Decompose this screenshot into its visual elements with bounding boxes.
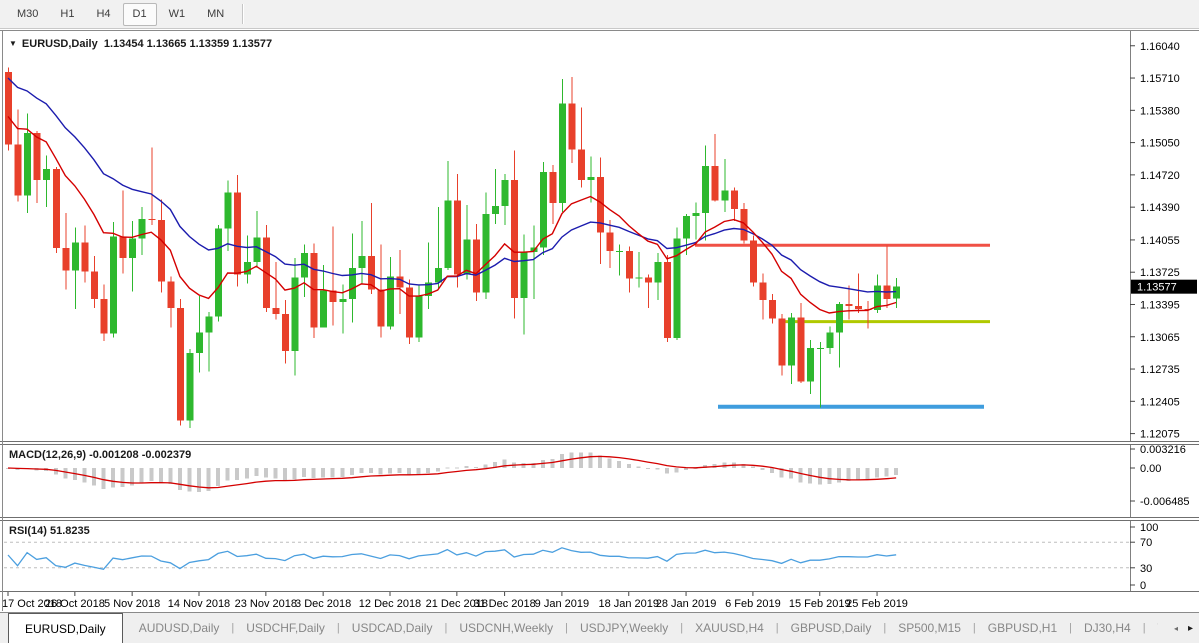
chart-tab-xauusd[interactable]: XAUUSD,H4	[683, 613, 776, 643]
time-axis-label: 26 Oct 2018	[45, 598, 105, 610]
rsi-line	[8, 548, 896, 570]
svg-text:0.00: 0.00	[1140, 463, 1161, 475]
chart-tab-gbpusd[interactable]: GBPUSD,H1	[976, 613, 1069, 643]
tabs-scroll-right-icon[interactable]: ▸	[1188, 623, 1193, 634]
time-axis-label: 14 Nov 2018	[168, 598, 230, 610]
time-axis-label: 9 Jan 2019	[535, 598, 589, 610]
svg-text:1.15380: 1.15380	[1140, 105, 1180, 117]
chart-tab-dj30[interactable]: DJ30,H4	[1072, 613, 1143, 643]
candlestick-chart-canvas[interactable]: 1.16040 1.15710 1.15380 1.15050 1.14720 1.143…	[0, 31, 1199, 442]
chart-tab-eurusd[interactable]: EURUSD,Daily	[8, 613, 123, 643]
timeframe-toolbar: M30H1H4D1W1MN	[0, 0, 1199, 29]
chart-tabs-bar: EURUSD,DailyAUDUSD,Daily|USDCHF,Daily|US…	[0, 612, 1199, 643]
svg-text:1.14720: 1.14720	[1140, 170, 1180, 182]
rsi-chart-canvas[interactable]: 100 70 30 0	[0, 521, 1199, 591]
chart-tab-usdcad[interactable]: USDCAD,Daily	[340, 613, 445, 643]
macd-chart-canvas[interactable]: 0.003216 0.00 -0.006485	[0, 445, 1199, 517]
svg-text:1.15050: 1.15050	[1140, 138, 1180, 150]
chart-tab-tech100[interactable]: TECH100,H	[1146, 613, 1158, 643]
time-axis-label: 3 Dec 2018	[295, 598, 351, 610]
time-axis-label: 18 Jan 2019	[598, 598, 659, 610]
svg-text:1.13395: 1.13395	[1140, 299, 1180, 311]
svg-text:1.15710: 1.15710	[1140, 73, 1180, 85]
chart-tab-usdjpy[interactable]: USDJPY,Weekly	[568, 613, 680, 643]
toolbar-divider	[242, 4, 244, 24]
svg-text:1.12075: 1.12075	[1140, 429, 1180, 441]
macd-pane[interactable]: 0.0032160.00-0.006485 MACD(12,26,9) -0.0…	[0, 445, 1199, 517]
time-axis-label: 31 Dec 2018	[473, 598, 535, 610]
time-axis-label: 23 Nov 2018	[235, 598, 297, 610]
svg-text:1.13725: 1.13725	[1140, 267, 1180, 279]
candles-layer	[5, 67, 900, 428]
chart-tab-usdchf[interactable]: USDCHF,Daily	[234, 613, 337, 643]
svg-text:0: 0	[1140, 580, 1146, 591]
timeframe-button-mn[interactable]: MN	[197, 3, 234, 26]
svg-text:1.13577: 1.13577	[1137, 282, 1177, 294]
chart-tab-usdcnh[interactable]: USDCNH,Weekly	[447, 613, 565, 643]
time-axis-label: 25 Feb 2019	[846, 598, 908, 610]
svg-text:-0.006485: -0.006485	[1140, 496, 1190, 508]
timeframe-button-h1[interactable]: H1	[50, 3, 84, 26]
svg-text:1.13065: 1.13065	[1140, 332, 1180, 344]
rsi-pane[interactable]: 10070300 RSI(14) 51.8235	[0, 521, 1199, 591]
time-axis[interactable]: 17 Oct 201826 Oct 20185 Nov 201814 Nov 2…	[0, 591, 1199, 612]
timeframe-button-w1[interactable]: W1	[159, 3, 196, 26]
time-axis-label: 5 Nov 2018	[104, 598, 160, 610]
timeframe-button-d1[interactable]: D1	[123, 3, 157, 26]
chart-tab-sp500[interactable]: SP500,M15	[886, 613, 973, 643]
chart-tab-gbpusd[interactable]: GBPUSD,Daily	[779, 613, 884, 643]
svg-text:1.12405: 1.12405	[1140, 396, 1180, 408]
chart-tabs-strip: EURUSD,DailyAUDUSD,Daily|USDCHF,Daily|US…	[8, 613, 1158, 643]
svg-text:1.14390: 1.14390	[1140, 202, 1180, 214]
mt4-window: M30H1H4D1W1MN 1.16040 1.15710 1.15380 1.150…	[0, 0, 1199, 643]
svg-text:1.16040: 1.16040	[1140, 41, 1180, 53]
time-axis-label: 28 Jan 2019	[656, 598, 717, 610]
time-axis-label: 15 Feb 2019	[789, 598, 851, 610]
svg-text:30: 30	[1140, 563, 1152, 575]
time-axis-canvas[interactable]: 17 Oct 201826 Oct 20185 Nov 201814 Nov 2…	[0, 592, 1199, 612]
time-axis-label: 12 Dec 2018	[359, 598, 421, 610]
window-left-border	[2, 30, 3, 611]
time-axis-label: 6 Feb 2019	[725, 598, 781, 610]
chart-tab-audusd[interactable]: AUDUSD,Daily	[127, 613, 232, 643]
price-pane[interactable]: 1.16040 1.15710 1.15380 1.15050 1.14720 1.143…	[0, 30, 1199, 442]
svg-text:0.003216: 0.003216	[1140, 445, 1186, 456]
svg-text:70: 70	[1140, 537, 1152, 549]
timeframe-button-h4[interactable]: H4	[86, 3, 120, 26]
tabs-scroll-left-icon[interactable]: ◂	[1174, 624, 1178, 633]
svg-text:100: 100	[1140, 522, 1158, 534]
svg-text:1.14055: 1.14055	[1140, 235, 1180, 247]
ma-slow-blue	[8, 78, 896, 292]
svg-text:1.12735: 1.12735	[1140, 364, 1180, 376]
current-price-tag: 1.13577	[1131, 280, 1197, 294]
timeframe-button-m30[interactable]: M30	[7, 3, 48, 26]
